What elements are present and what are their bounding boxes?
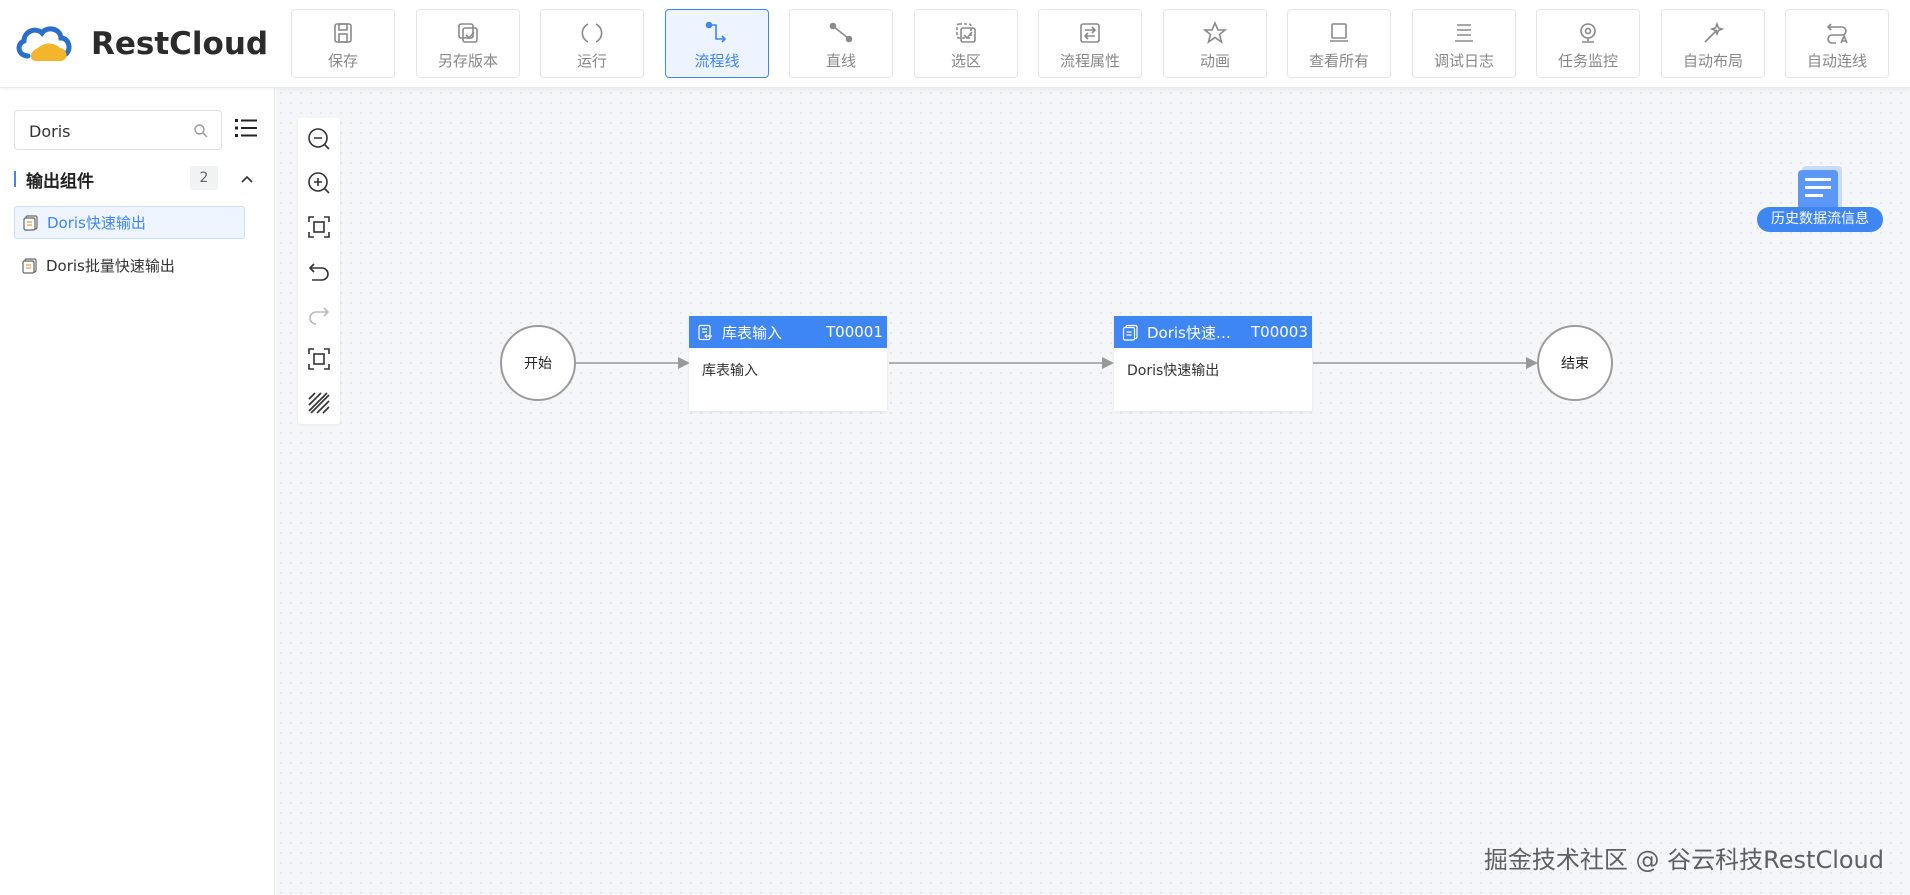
component-item-doris-fast-output[interactable]: Doris快速输出 bbox=[14, 206, 245, 239]
list-view-icon[interactable] bbox=[234, 116, 258, 140]
save-version-label: 另存版本 bbox=[437, 52, 498, 70]
task-monitor-icon bbox=[1580, 23, 1596, 43]
task-node-title: 库表输入 bbox=[722, 323, 783, 342]
view-all-label: 查看所有 bbox=[1308, 52, 1369, 70]
save-label: 保存 bbox=[327, 52, 358, 70]
output-component-icon bbox=[1122, 324, 1138, 341]
undo-icon bbox=[308, 263, 329, 281]
history-document-icon bbox=[1798, 166, 1842, 210]
auto-layout-button[interactable]: 自动布局 bbox=[1661, 9, 1765, 78]
flow-line-label: 流程线 bbox=[694, 52, 740, 70]
straight-line-label: 直线 bbox=[825, 52, 856, 70]
component-search bbox=[14, 110, 222, 150]
auto-connect-icon bbox=[1826, 23, 1848, 44]
chevron-up-icon[interactable] bbox=[240, 172, 254, 186]
task-node-body: Doris快速输出 bbox=[1127, 363, 1220, 379]
view-all-button[interactable]: 查看所有 bbox=[1287, 9, 1391, 78]
end-node[interactable]: 结束 bbox=[1537, 325, 1613, 401]
run-icon bbox=[581, 23, 603, 43]
component-item-label: Doris批量快速输出 bbox=[46, 257, 175, 275]
group-count-badge: 2 bbox=[190, 166, 218, 190]
selection-button[interactable]: 选区 bbox=[914, 9, 1018, 78]
debug-log-icon bbox=[1455, 24, 1473, 42]
task-node-header: Doris快速… T00003 bbox=[1114, 316, 1312, 348]
task-node-id: T00003 bbox=[1251, 323, 1308, 341]
canvas-tool-panel bbox=[298, 118, 340, 424]
grid-toggle-button[interactable] bbox=[306, 390, 332, 416]
group-accent-bar bbox=[14, 171, 16, 187]
output-component-icon bbox=[23, 215, 38, 231]
zoom-out-icon bbox=[308, 128, 330, 150]
component-item-label: Doris快速输出 bbox=[47, 214, 146, 232]
watermark-text: 掘金技术社区 @ 谷云科技RestCloud bbox=[1483, 846, 1884, 874]
animation-label: 动画 bbox=[1199, 52, 1230, 70]
save-button[interactable]: 保存 bbox=[291, 9, 395, 78]
search-icon[interactable] bbox=[193, 123, 209, 139]
selection-label: 选区 bbox=[950, 52, 981, 70]
flow-properties-button[interactable]: 流程属性 bbox=[1038, 9, 1142, 78]
flow-properties-label: 流程属性 bbox=[1059, 52, 1120, 70]
animation-icon bbox=[1202, 20, 1228, 44]
fit-view-icon bbox=[308, 216, 330, 238]
auto-connect-label: 自动连线 bbox=[1806, 52, 1867, 70]
auto-connect-button[interactable]: 自动连线 bbox=[1785, 9, 1889, 78]
undo-button[interactable] bbox=[306, 258, 332, 284]
flow-line-button[interactable]: 流程线 bbox=[665, 9, 769, 78]
end-node-label: 结束 bbox=[1561, 356, 1589, 372]
fit-view-button[interactable] bbox=[306, 214, 332, 240]
task-monitor-label: 任务监控 bbox=[1557, 52, 1618, 70]
flow-line-icon bbox=[705, 21, 727, 43]
redo-button[interactable] bbox=[306, 302, 332, 328]
output-component-icon bbox=[22, 258, 37, 274]
redo-icon bbox=[309, 307, 330, 325]
fullscreen-icon bbox=[308, 348, 330, 370]
zoom-in-button[interactable] bbox=[306, 170, 332, 196]
save-version-icon bbox=[458, 23, 478, 43]
debug-log-label: 调试日志 bbox=[1433, 52, 1494, 70]
grid-toggle-icon bbox=[308, 392, 330, 414]
start-node[interactable]: 开始 bbox=[500, 325, 576, 401]
animation-button[interactable]: 动画 bbox=[1163, 9, 1267, 78]
component-item-doris-batch-fast-output[interactable]: Doris批量快速输出 bbox=[14, 249, 245, 282]
flow-canvas[interactable]: 历史数据流信息 开始 库表输入 T00001 库表输入 Doris快速… T00… bbox=[276, 88, 1910, 895]
history-dataflow-label: 历史数据流信息 bbox=[1757, 207, 1883, 232]
group-title: 输出组件 bbox=[26, 172, 94, 192]
table-input-icon bbox=[698, 324, 712, 340]
task-node-t00003[interactable]: Doris快速… T00003 Doris快速输出 bbox=[1114, 316, 1312, 411]
run-button[interactable]: 运行 bbox=[540, 9, 644, 78]
view-all-icon bbox=[1330, 23, 1348, 42]
zoom-out-button[interactable] bbox=[306, 126, 332, 152]
app-logo: RestCloud bbox=[14, 22, 268, 66]
task-node-t00001[interactable]: 库表输入 T00001 库表输入 bbox=[689, 316, 887, 411]
start-node-label: 开始 bbox=[524, 356, 552, 372]
component-sidebar: 输出组件 2 Doris快速输出 Doris批量快速输出 bbox=[0, 88, 275, 895]
auto-layout-icon bbox=[1704, 21, 1725, 43]
app-name: RestCloud bbox=[91, 26, 269, 62]
task-node-header: 库表输入 T00001 bbox=[689, 316, 887, 348]
selection-icon bbox=[956, 23, 976, 43]
auto-layout-label: 自动布局 bbox=[1682, 52, 1743, 70]
task-node-title: Doris快速… bbox=[1147, 323, 1231, 342]
save-version-button[interactable]: 另存版本 bbox=[416, 9, 520, 78]
run-label: 运行 bbox=[576, 52, 607, 70]
group-header-output[interactable]: 输出组件 2 bbox=[14, 166, 254, 192]
restcloud-logo-icon bbox=[16, 26, 72, 61]
task-node-body: 库表输入 bbox=[702, 363, 758, 379]
debug-log-button[interactable]: 调试日志 bbox=[1412, 9, 1516, 78]
top-header: RestCloud 保存 另存版本 运行 流程线 直线 选区 流程属性 动画 查… bbox=[0, 0, 1910, 88]
fullscreen-button[interactable] bbox=[306, 346, 332, 372]
straight-line-button[interactable]: 直线 bbox=[789, 9, 893, 78]
task-node-id: T00001 bbox=[826, 323, 883, 341]
straight-line-icon bbox=[829, 22, 853, 43]
save-icon bbox=[334, 23, 352, 43]
search-input[interactable] bbox=[29, 120, 179, 142]
history-dataflow-badge[interactable]: 历史数据流信息 bbox=[1755, 164, 1885, 236]
zoom-in-icon bbox=[308, 172, 330, 194]
flow-connections bbox=[576, 357, 1538, 369]
flow-properties-icon bbox=[1080, 23, 1100, 43]
task-monitor-button[interactable]: 任务监控 bbox=[1536, 9, 1640, 78]
